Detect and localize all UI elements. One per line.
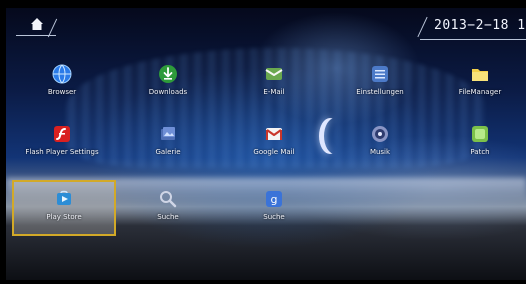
email-icon bbox=[265, 68, 283, 80]
app-label: Play Store bbox=[46, 213, 82, 221]
folder-icon bbox=[472, 69, 488, 81]
launcher-screen: 2013−2−18 17:25 Browser Downloads E-Mail bbox=[6, 8, 526, 280]
app-musik[interactable]: Musik bbox=[326, 121, 434, 189]
app-label: Patch bbox=[470, 148, 490, 156]
globe-icon bbox=[52, 64, 72, 84]
google-search-icon: g bbox=[266, 191, 282, 207]
home-underline bbox=[16, 35, 56, 36]
clock-underline bbox=[420, 39, 526, 40]
app-filemanager[interactable]: FileManager bbox=[426, 61, 526, 129]
app-flash-player-settings[interactable]: Flash Player Settings bbox=[8, 121, 116, 189]
gallery-icon bbox=[161, 127, 175, 140]
app-galerie[interactable]: Galerie bbox=[114, 121, 222, 189]
app-google-suche[interactable]: g Suche bbox=[220, 186, 328, 254]
clock-divider bbox=[417, 16, 428, 38]
play-store-icon bbox=[57, 190, 71, 205]
app-label: Suche bbox=[157, 213, 179, 221]
app-label: FileManager bbox=[458, 88, 502, 96]
app-play-store[interactable]: Play Store bbox=[10, 186, 118, 254]
home-tab[interactable] bbox=[16, 16, 62, 38]
app-einstellungen[interactable]: Einstellungen bbox=[326, 61, 434, 129]
app-label: Musik bbox=[369, 148, 391, 156]
app-email[interactable]: E-Mail bbox=[220, 61, 328, 129]
status-bar: 2013−2−18 17:25 bbox=[6, 8, 526, 40]
app-label: Google Mail bbox=[253, 148, 295, 156]
app-label: Galerie bbox=[155, 148, 181, 156]
download-icon bbox=[159, 65, 177, 83]
app-label: Downloads bbox=[148, 88, 188, 96]
clock-text: 2013−2−18 17:25 bbox=[434, 18, 526, 33]
svg-text:g: g bbox=[271, 193, 278, 206]
app-google-mail[interactable]: Google Mail bbox=[220, 121, 328, 189]
app-label: Einstellungen bbox=[356, 88, 404, 96]
app-downloads[interactable]: Downloads bbox=[114, 61, 222, 129]
app-label: Browser bbox=[47, 88, 77, 96]
search-icon bbox=[160, 191, 177, 208]
app-label: E-Mail bbox=[263, 88, 285, 96]
app-label: Suche bbox=[263, 213, 285, 221]
gmail-icon bbox=[266, 128, 282, 140]
app-patch[interactable]: Patch bbox=[426, 121, 526, 189]
settings-icon bbox=[372, 66, 388, 82]
clock: 2013−2−18 17:25 bbox=[417, 16, 526, 40]
music-icon bbox=[372, 126, 388, 142]
home-icon[interactable] bbox=[30, 17, 44, 31]
app-browser[interactable]: Browser bbox=[8, 61, 116, 129]
flash-icon bbox=[54, 126, 70, 142]
patch-icon bbox=[472, 126, 488, 142]
app-label: Flash Player Settings bbox=[25, 148, 99, 156]
app-suche[interactable]: Suche bbox=[114, 186, 222, 254]
